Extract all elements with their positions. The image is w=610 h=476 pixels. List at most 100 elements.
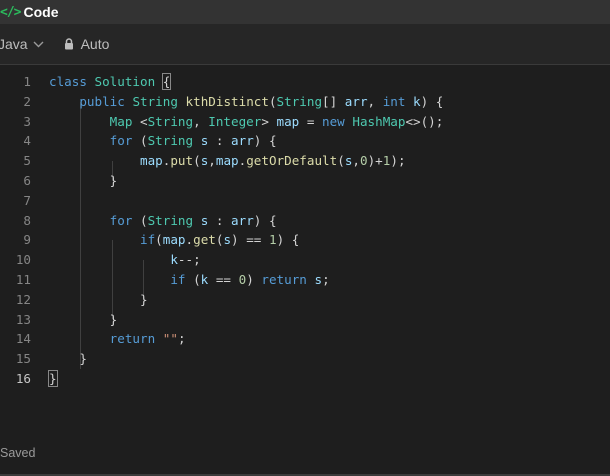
code-line[interactable]: 2 public String kthDistinct(String[] arr… [0, 92, 610, 112]
code-token: } [49, 311, 118, 327]
code-line[interactable]: 4 for (String s : arr) { [0, 131, 610, 151]
code-text: if (k == 0) return s; [49, 270, 330, 290]
line-number: 1 [23, 74, 31, 89]
code-line[interactable]: 15 } [0, 349, 610, 369]
saved-status: Saved [0, 446, 36, 460]
code-line[interactable]: 9 if(map.get(s) == 1) { [0, 230, 610, 250]
code-token: == [208, 272, 239, 287]
code-token: ( [268, 93, 277, 109]
code-line[interactable]: 11 if (k == 0) return s; [0, 270, 610, 290]
code-token: map [215, 153, 239, 169]
code-token: get [193, 232, 216, 248]
code-line[interactable]: 14 return ""; [0, 329, 610, 349]
auto-mode-label: Auto [80, 36, 110, 52]
line-number: 9 [23, 232, 31, 248]
code-token: < [132, 113, 148, 129]
code-token: } [49, 173, 118, 188]
code-token: --; [177, 252, 201, 268]
code-token: Solution [94, 74, 156, 89]
line-number: 8 [23, 212, 31, 228]
language-label: Java [0, 36, 28, 52]
code-token: > [261, 113, 277, 129]
code-text: } [49, 349, 87, 369]
code-token: ( [193, 153, 201, 169]
code-token: put [170, 153, 194, 169]
code-token: s [223, 232, 232, 248]
code-token: , [352, 153, 360, 169]
code-token: "" [162, 331, 178, 347]
code-text: return ""; [49, 329, 186, 349]
code-line[interactable]: 3 Map <String, Integer> map = new HashMa… [0, 112, 610, 132]
code-token: ) { [420, 93, 444, 109]
language-select[interactable]: Java [0, 36, 44, 52]
code-line[interactable]: 16} [0, 369, 610, 389]
code-text: } [49, 290, 148, 310]
code-token: k [413, 93, 421, 109]
code-token: return [261, 272, 307, 287]
code-token: : [208, 212, 232, 228]
code-token: String [276, 93, 323, 109]
line-number: 15 [15, 351, 31, 367]
code-token: Map [109, 113, 133, 129]
code-token: map [276, 113, 300, 129]
line-number: 16 [15, 371, 31, 386]
code-line[interactable]: 13 } [0, 310, 610, 330]
line-number: 5 [23, 153, 31, 169]
code-brackets-icon: </> [0, 4, 22, 20]
code-token: ( [132, 212, 148, 228]
code-token: for [109, 133, 133, 149]
code-token: String [147, 212, 194, 228]
code-text: for (String s : arr) { [49, 131, 277, 151]
code-line[interactable]: 10 k--; [0, 250, 610, 270]
code-token: )+ [367, 153, 383, 169]
code-token: ; [177, 331, 186, 347]
line-number: 4 [23, 133, 31, 149]
code-token: map [140, 153, 163, 169]
code-token: map [162, 232, 186, 248]
code-token: = [299, 113, 323, 129]
code-token: String [132, 93, 178, 109]
code-line[interactable]: 12 } [0, 290, 610, 310]
code-token: ; [322, 272, 330, 287]
code-text: } [49, 171, 118, 191]
code-token: ( [337, 153, 345, 169]
code-text: } [49, 310, 118, 330]
line-number: 11 [15, 272, 31, 287]
code-token: , [193, 113, 209, 129]
code-line[interactable]: 5 map.put(s,map.getOrDefault(s,0)+1); [0, 151, 610, 171]
code-line[interactable]: 6 } [0, 171, 610, 191]
code-token: k [170, 252, 178, 268]
code-text: for (String s : arr) { [49, 211, 277, 231]
code-editor[interactable]: 1 class Solution {2 public String kthDist… [0, 72, 610, 392]
line-number: 2 [23, 93, 31, 109]
code-text: public String kthDistinct(String[] arr, … [49, 92, 443, 112]
line-number: 14 [15, 331, 31, 347]
code-token: . [185, 232, 194, 248]
code-token: ) { [253, 212, 277, 228]
code-token: int [382, 93, 406, 109]
code-line[interactable]: 1 class Solution { [0, 72, 610, 92]
line-number: 10 [15, 252, 31, 268]
code-token: new [322, 113, 345, 129]
code-token: String [147, 113, 194, 129]
code-token: s [314, 272, 323, 287]
code-token: ); [390, 153, 406, 169]
code-token: kthDistinct [185, 93, 269, 109]
code-line[interactable]: 8 for (String s : arr) { [0, 211, 610, 231]
code-token: arr [231, 212, 254, 228]
auto-mode-indicator[interactable]: Auto [64, 36, 110, 52]
code-line[interactable]: 7 [0, 191, 610, 211]
title-bar: </> Code [0, 0, 610, 24]
line-number: 3 [23, 113, 31, 129]
line-number: 7 [23, 192, 31, 208]
code-token: ) { [276, 232, 300, 248]
code-token: } [49, 351, 87, 367]
